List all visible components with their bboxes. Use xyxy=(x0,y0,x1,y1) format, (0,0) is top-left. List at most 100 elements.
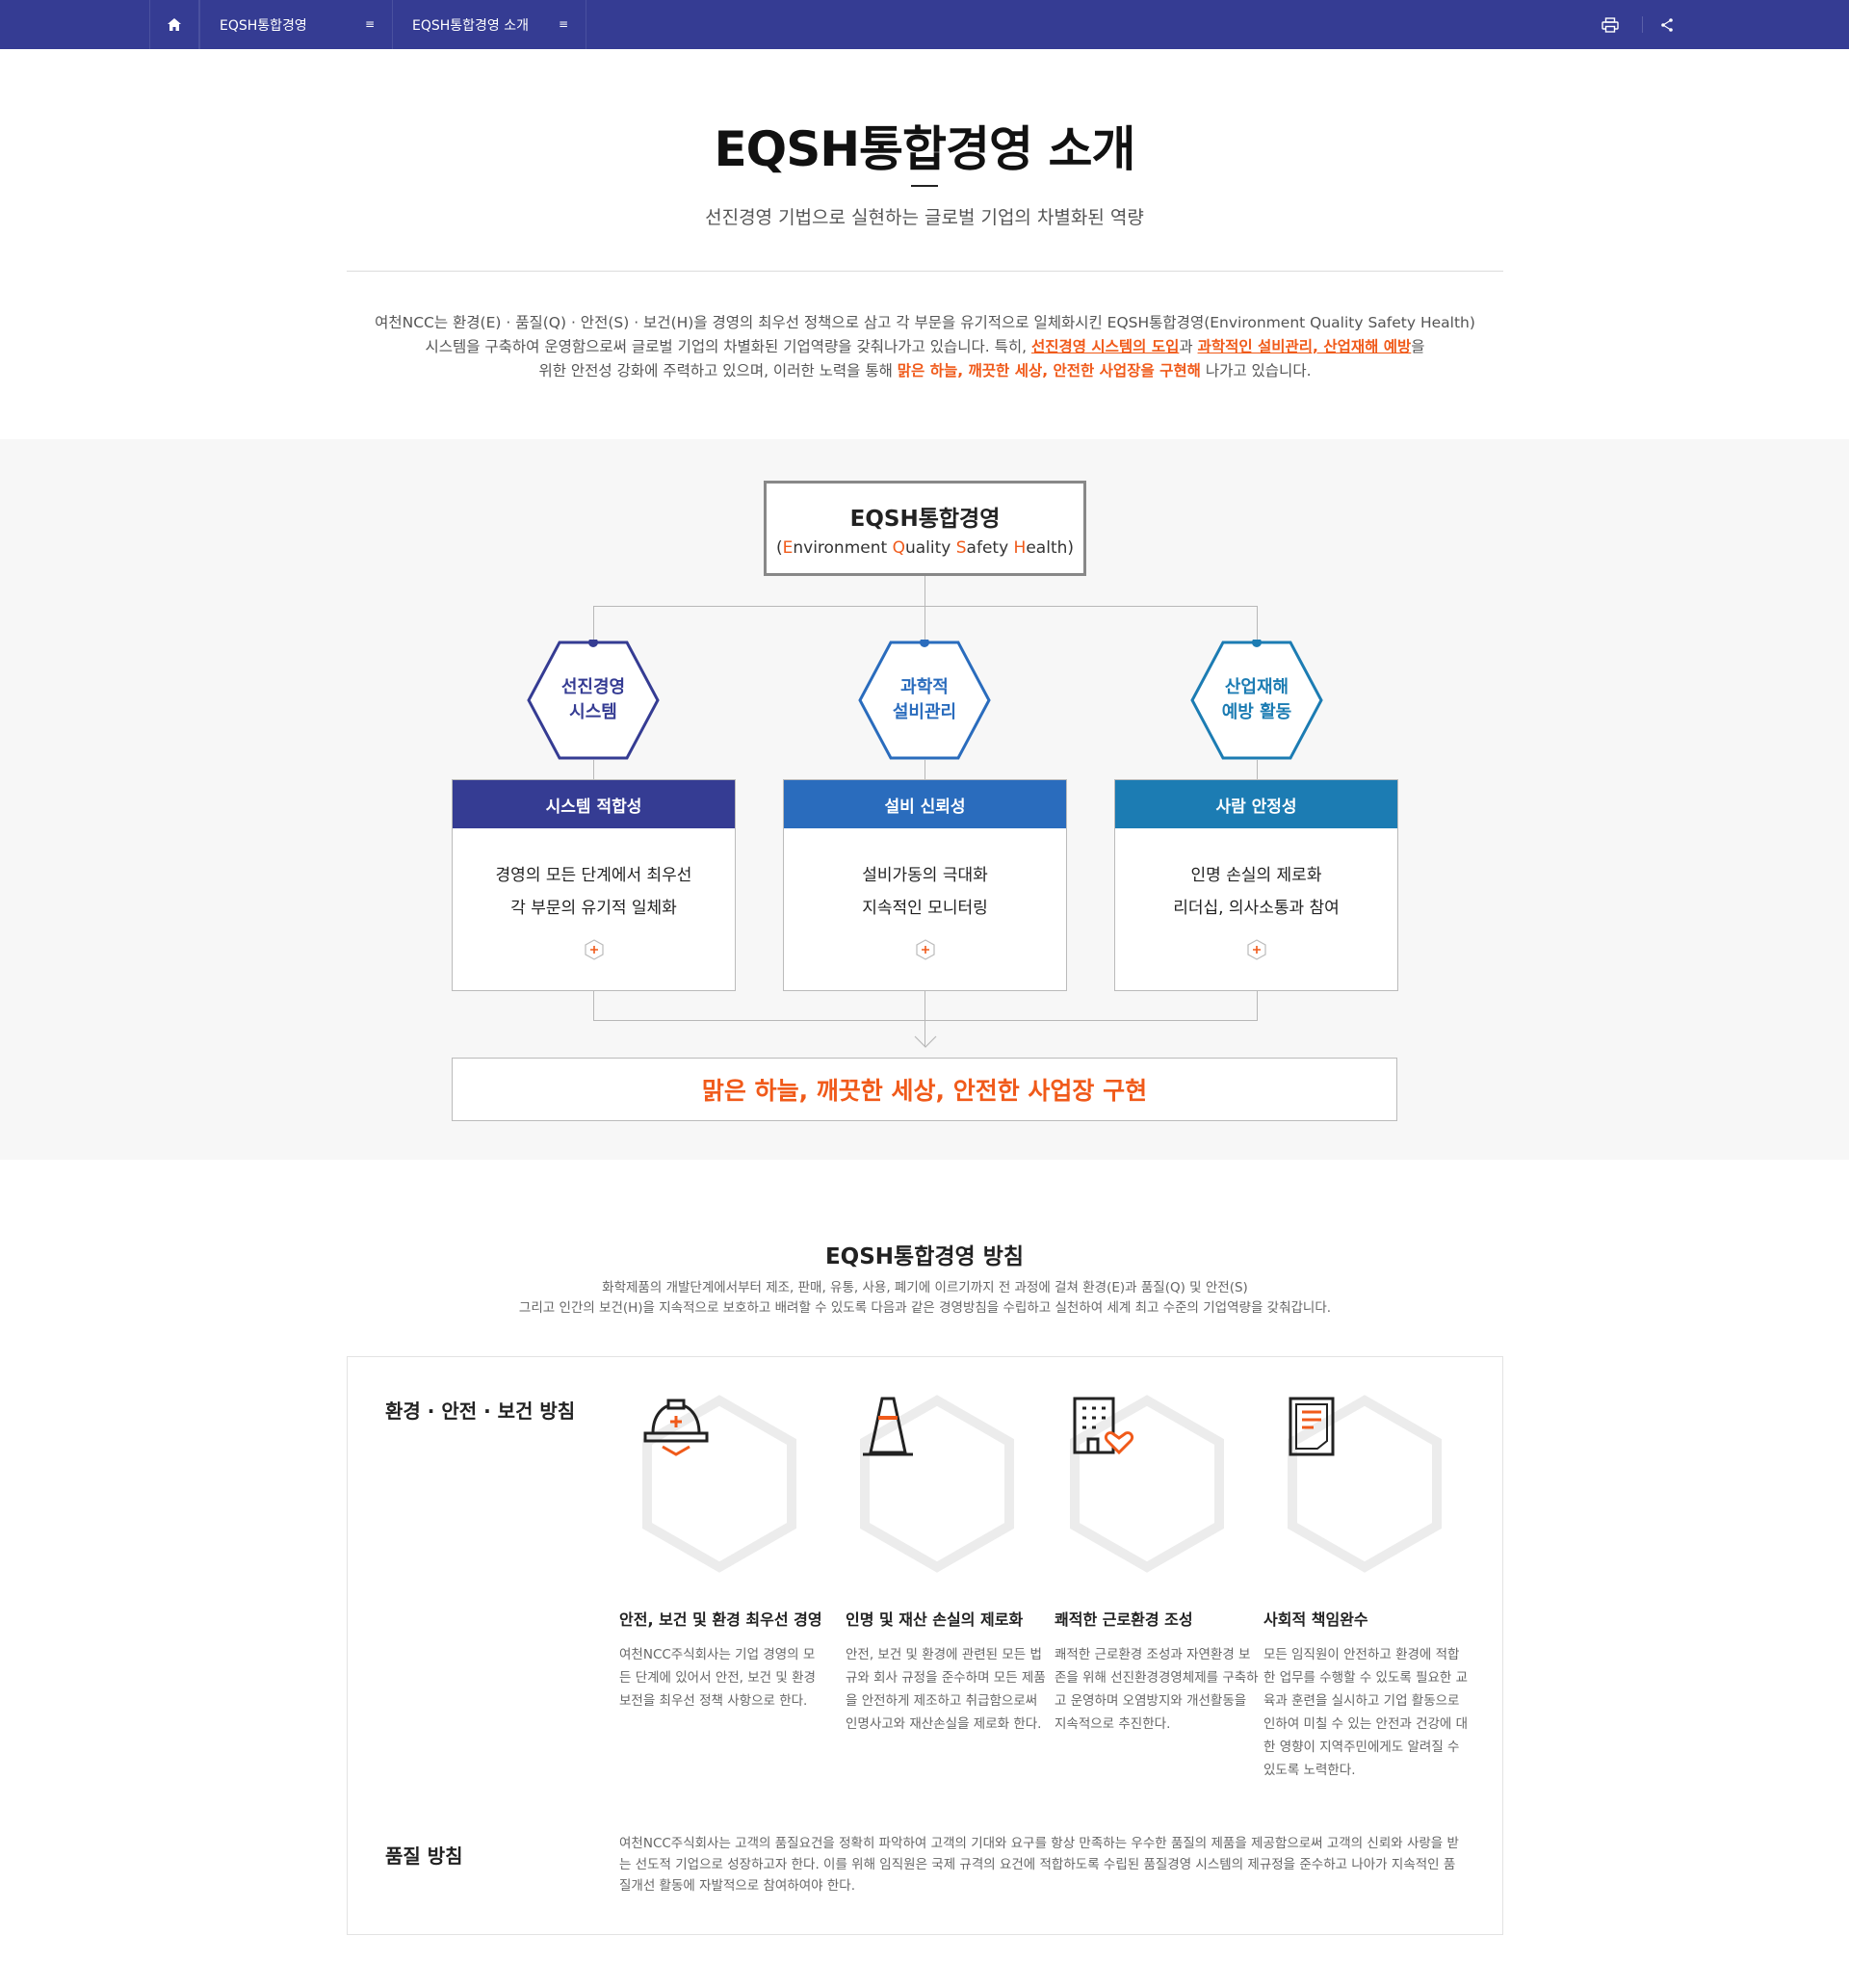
page-title: EQSH통합경영 소개 xyxy=(714,121,1136,177)
pillar-card-header: 설비 신뢰성 xyxy=(784,780,1066,828)
plus-icon[interactable] xyxy=(584,939,605,960)
connector-line xyxy=(1257,991,1258,1020)
policy-item-body: 안전, 보건 및 환경에 관련된 모든 법규와 회사 규정을 준수하며 모든 제… xyxy=(846,1647,1046,1732)
intro-text-segment: 나가고 있습니다. xyxy=(1200,362,1312,379)
eqsh-sub-letter: Q xyxy=(892,537,905,558)
connector-line xyxy=(924,606,925,641)
intro-highlight-advanced-system: 선진경영 시스템의 도입 xyxy=(1030,338,1180,355)
policy-item-title: 사회적 책임완수 xyxy=(1263,1610,1368,1629)
home-icon xyxy=(168,18,181,31)
quality-policy-title: 품질 방침 xyxy=(385,1844,463,1868)
toolbar-divider xyxy=(1642,16,1643,33)
policy-hex-social-responsibility xyxy=(1287,1395,1443,1573)
connector-line xyxy=(1257,606,1258,641)
arrow-down-icon xyxy=(914,1035,937,1048)
menu-icon[interactable]: ≡ xyxy=(365,17,375,31)
breadcrumb-eqsh[interactable]: EQSH통합경영 ≡ xyxy=(199,0,392,49)
policy-description: 화학제품의 개발단계에서부터 제조, 판매, 유통, 사용, 폐기에 이르기까지… xyxy=(347,1278,1503,1319)
connector-line xyxy=(593,991,594,1020)
policy-section-title: EQSH통합경영 방침 xyxy=(824,1244,1025,1269)
pillar-hex-label: 산업재해 예방 활동 xyxy=(1221,677,1292,722)
eqsh-sub-letter: S xyxy=(955,537,967,558)
plus-icon[interactable] xyxy=(915,939,936,960)
pillar-card-body: 설비가동의 극대화 지속적인 모니터링 xyxy=(784,828,1066,925)
eqsh-sub-letter: E xyxy=(782,537,794,558)
pillar-card-body: 경영의 모든 단계에서 최우선 각 부문의 유기적 일체화 xyxy=(453,828,735,925)
eqsh-root-title: EQSH통합경영 xyxy=(849,506,1001,532)
pillar-card-header: 사람 안정성 xyxy=(1115,780,1397,828)
policy-item-work-environment: 쾌적한 근로환경 조성 쾌적한 근로환경 조성과 자연환경 보존을 위해 선진환… xyxy=(1055,1609,1262,1736)
policy-description-line: 그리고 인간의 보건(H)을 지속적으로 보호하고 배려할 수 있도록 다음과 … xyxy=(518,1300,1332,1316)
intro-line-2: 시스템을 구축하여 운영함으로써 글로벌 기업의 차별화된 기업역량을 갖춰나가… xyxy=(347,335,1503,359)
connector-line xyxy=(593,1020,1258,1021)
breadcrumb-eqsh-label: EQSH통합경영 xyxy=(220,17,307,34)
policy-description-line: 화학제품의 개발단계에서부터 제조, 판매, 유통, 사용, 폐기에 이르기까지… xyxy=(602,1280,1248,1295)
plus-icon[interactable] xyxy=(1246,939,1267,960)
connector-line xyxy=(593,606,1258,607)
title-divider xyxy=(911,185,938,187)
pillar-hex-advanced-system: 선진경영 시스템 xyxy=(526,640,661,761)
print-button[interactable] xyxy=(1598,13,1623,38)
intro-text-segment: 위한 안전성 강화에 주력하고 있으며, 이러한 노력을 통해 xyxy=(538,362,898,379)
quality-policy-text: 여천NCC주식회사는 고객의 품질요건을 정확히 파악하여 고객의 기대와 요구… xyxy=(619,1836,1459,1894)
intro-text-segment: 을 xyxy=(1411,338,1425,355)
pillar-card-system-fit: 시스템 적합성 경영의 모든 단계에서 최우선 각 부문의 유기적 일체화 xyxy=(452,779,736,991)
pillar-card-facility-reliability: 설비 신뢰성 설비가동의 극대화 지속적인 모니터링 xyxy=(783,779,1067,991)
policy-item-title: 쾌적한 근로환경 조성 xyxy=(1055,1610,1193,1629)
policy-item-title: 안전, 보건 및 환경 최우선 경영 xyxy=(619,1610,822,1629)
top-nav-bar: EQSH통합경영 ≡ EQSH통합경영 소개 ≡ xyxy=(0,0,1849,49)
connector-line xyxy=(924,760,925,780)
eqsh-sub-part: ( xyxy=(775,537,783,558)
policy-item-title: 인명 및 재산 손실의 제로화 xyxy=(846,1610,1024,1629)
policy-item-zero-loss: 인명 및 재산 손실의 제로화 안전, 보건 및 환경에 관련된 모든 법규와 … xyxy=(846,1609,1053,1736)
env-safety-health-policy-title: 환경 · 안전 · 보건 방침 xyxy=(385,1399,576,1423)
pillar-card-line: 설비가동의 극대화 xyxy=(862,866,988,885)
breadcrumb-eqsh-intro-label: EQSH통합경영 소개 xyxy=(412,17,530,34)
connector-line xyxy=(593,606,594,641)
section-divider xyxy=(347,271,1503,272)
intro-text-segment: 시스템을 구축하여 운영함으로써 글로벌 기업의 차별화된 기업역량을 갖춰나가… xyxy=(425,338,1031,355)
pillar-card-line: 인명 손실의 제로화 xyxy=(1190,866,1322,885)
eqsh-sub-part: nvironment xyxy=(793,537,893,558)
share-button[interactable] xyxy=(1654,13,1680,38)
traffic-cone-icon xyxy=(859,1395,1015,1573)
pillar-card-line: 경영의 모든 단계에서 최우선 xyxy=(495,866,692,885)
pillar-card-line: 각 부문의 유기적 일체화 xyxy=(510,899,677,918)
pillar-card-line: 지속적인 모니터링 xyxy=(862,899,988,918)
intro-line-3: 위한 안전성 강화에 주력하고 있으며, 이러한 노력을 통해 맑은 하늘, 깨… xyxy=(347,359,1503,383)
eqsh-sub-part: ealth) xyxy=(1026,537,1075,558)
share-icon xyxy=(1661,18,1673,32)
home-button[interactable] xyxy=(149,0,199,49)
policy-item-safety-first: 안전, 보건 및 환경 최우선 경영 여천NCC주식회사는 기업 경영의 모든 … xyxy=(619,1609,826,1713)
policy-item-body: 모든 임직원이 안전하고 환경에 적합한 업무를 수행할 수 있도록 필요한 교… xyxy=(1263,1647,1469,1778)
page-subtitle: 선진경영 기법으로 실현하는 글로벌 기업의 차별화된 역량 xyxy=(705,207,1144,228)
connector-line xyxy=(1257,760,1258,780)
eqsh-root-subtitle: (Environment Quality Safety Health) xyxy=(776,538,1074,558)
intro-line-1: 여천NCC는 환경(E) · 품질(Q) · 안전(S) · 보건(H)을 경영… xyxy=(375,314,1475,331)
building-heart-icon xyxy=(1069,1395,1225,1573)
result-goal-box: 맑은 하늘, 깨끗한 세상, 안전한 사업장 구현 xyxy=(452,1058,1397,1121)
print-icon xyxy=(1602,17,1619,33)
intro-highlight-vision: 맑은 하늘, 깨끗한 세상, 안전한 사업장을 구현해 xyxy=(897,362,1201,379)
hardhat-icon xyxy=(641,1395,797,1573)
intro-text-segment: 과 xyxy=(1179,338,1198,355)
pillar-hex-accident-prevention: 산업재해 예방 활동 xyxy=(1189,640,1324,761)
pillar-card-line: 리더십, 의사소통과 참여 xyxy=(1173,899,1340,918)
eqsh-sub-part: uality xyxy=(904,537,956,558)
policy-hex-loss-zero xyxy=(859,1395,1015,1573)
connector-line xyxy=(924,576,925,606)
intro-text: 여천NCC는 환경(E) · 품질(Q) · 안전(S) · 보건(H)을 경영… xyxy=(347,311,1503,383)
pillar-card-header: 시스템 적합성 xyxy=(453,780,735,828)
pillar-card-people-safety: 사람 안정성 인명 손실의 제로화 리더십, 의사소통과 참여 xyxy=(1114,779,1398,991)
pillar-hex-facility: 과학적 설비관리 xyxy=(857,640,992,761)
pillar-hex-label: 과학적 설비관리 xyxy=(892,677,957,722)
breadcrumb-eqsh-intro[interactable]: EQSH통합경영 소개 ≡ xyxy=(392,0,586,49)
eqsh-sub-part: afety xyxy=(966,537,1014,558)
connector-line xyxy=(593,760,594,780)
eqsh-root-box: EQSH통합경영 (Environment Quality Safety Hea… xyxy=(764,481,1086,576)
policy-item-social-responsibility: 사회적 책임완수 모든 임직원이 안전하고 환경에 적합한 업무를 수행할 수 … xyxy=(1263,1609,1471,1782)
policy-hex-safety xyxy=(641,1395,797,1573)
eqsh-sub-letter: H xyxy=(1013,537,1027,558)
policy-item-body: 여천NCC주식회사는 기업 경영의 모든 단계에 있어서 안전, 보건 및 환경… xyxy=(619,1647,816,1709)
menu-icon[interactable]: ≡ xyxy=(559,17,568,31)
